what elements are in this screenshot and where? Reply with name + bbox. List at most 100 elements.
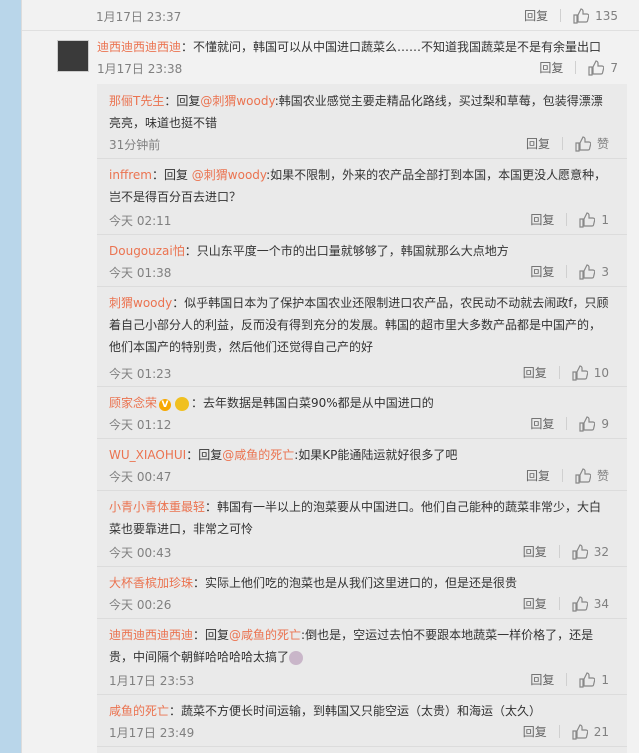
- reply-list: 那俪T先生：回复@刺猬woody:韩国农业感觉主要走精品化路线，买过梨和草莓，包…: [97, 84, 627, 753]
- comment-text-line: 迪西迪西迪西迪：不懂就问，韩国可以从中国进口蔬菜么……不知道我国蔬菜是不是有余量…: [97, 38, 617, 56]
- comment-time: 1月17日 23:38: [97, 62, 183, 76]
- reply-item: 大杯香槟加珍珠：实际上他们吃的泡菜也是从我们这里进口的，但是还是很贵 今天 00…: [97, 566, 627, 619]
- like-count: 3: [601, 264, 609, 279]
- reply-time: 今天 01:23: [109, 367, 172, 381]
- divider: [558, 545, 560, 558]
- reply-actions: 回复 赞: [526, 467, 609, 484]
- reply-button[interactable]: 回复: [526, 467, 550, 484]
- reply-author-link[interactable]: inffrem: [109, 168, 152, 182]
- reply-author-link[interactable]: 大杯香槟加珍珠: [109, 576, 193, 590]
- reply-button[interactable]: 回复: [530, 263, 554, 280]
- reply-button[interactable]: 回复: [539, 59, 563, 76]
- avatar[interactable]: [57, 40, 89, 72]
- reply-actions: 回复 34: [523, 595, 609, 612]
- comment-panel: 1月17日 23:37 回复 135 迪西迪西迪西迪：不懂就问，韩国可以从中国进…: [21, 0, 639, 753]
- reply-item: inffrem：回复 @刺猬woody:如果不限制，外来的农产品全部打到本国，本…: [97, 158, 627, 235]
- comment-actions: 回复 135: [524, 7, 618, 24]
- reply-time: 31分钟前: [109, 138, 161, 152]
- reply-text: ：实际上他们吃的泡菜也是从我们这里进口的，但是还是很贵: [193, 576, 518, 590]
- like-count: 7: [610, 60, 618, 75]
- reply-time: 今天 00:47: [109, 470, 172, 484]
- reply-item: Dougouzai怕：只山东平度一个市的出口量就够够了，韩国就那么大点地方 今天…: [97, 234, 627, 287]
- reply-prefix: ：回复: [186, 448, 223, 462]
- mention-link[interactable]: @咸鱼的死亡: [229, 628, 301, 642]
- reply-time: 今天 00:43: [109, 546, 172, 560]
- reply-text-line: WU_XIAOHUI：回复@咸鱼的死亡:如果KP能通陆运就好很多了吧: [109, 444, 609, 466]
- reply-actions: 回复 赞: [526, 135, 609, 152]
- reply-text: ：蔬菜不方便长时间运输，到韩国又只能空运（太贵）和海运（太久）: [169, 704, 542, 718]
- reply-button[interactable]: 回复: [530, 211, 554, 228]
- thumbs-up-icon[interactable]: [572, 543, 588, 560]
- divider: [558, 597, 560, 610]
- thumbs-up-icon[interactable]: [573, 7, 590, 24]
- reply-author-link[interactable]: 咸鱼的死亡: [109, 704, 169, 718]
- reply-author-link[interactable]: Dougouzai怕: [109, 244, 185, 258]
- thumbs-up-icon[interactable]: [579, 211, 596, 228]
- reply-button[interactable]: 回复: [530, 415, 554, 432]
- reply-author-link[interactable]: 迪西迪西迪西迪: [109, 628, 193, 642]
- thumbs-up-icon[interactable]: [572, 595, 588, 612]
- divider: [575, 61, 577, 74]
- thumbs-up-icon[interactable]: [572, 723, 588, 740]
- divider: [561, 137, 563, 150]
- main-comment: 迪西迪西迪西迪：不懂就问，韩国可以从中国进口蔬菜么……不知道我国蔬菜是不是有余量…: [22, 30, 639, 80]
- reply-actions: 回复 3: [530, 263, 609, 280]
- reply-author-link[interactable]: 顾家念荣: [109, 396, 157, 410]
- reply-text: ：去年数据是韩国白菜90%都是从中国进口的: [191, 396, 434, 410]
- reply-button[interactable]: 回复: [523, 595, 547, 612]
- reply-text-line: Dougouzai怕：只山东平度一个市的出口量就够够了，韩国就那么大点地方: [109, 240, 609, 262]
- reply-actions: 回复 21: [523, 723, 609, 740]
- reply-text-line: 咸鱼的死亡：蔬菜不方便长时间运输，到韩国又只能空运（太贵）和海运（太久）: [109, 700, 609, 722]
- mention-link[interactable]: @咸鱼的死亡: [222, 448, 294, 462]
- reply-button[interactable]: 回复: [523, 723, 547, 740]
- thumbs-up-icon[interactable]: [579, 263, 596, 280]
- reply-prefix: ：回复: [164, 94, 201, 108]
- like-count: 赞: [596, 137, 609, 151]
- reply-author-link[interactable]: 刺猬woody: [109, 296, 172, 310]
- reply-text-line: 顾家念荣 V ：去年数据是韩国白菜90%都是从中国进口的: [109, 392, 609, 414]
- thumbs-up-icon[interactable]: [579, 671, 596, 688]
- reply-item: WU_XIAOHUI：回复@咸鱼的死亡:如果KP能通陆运就好很多了吧 今天 00…: [97, 438, 627, 491]
- like-count: 21: [593, 724, 609, 739]
- reply-text: :如果KP能通陆运就好很多了吧: [294, 448, 458, 462]
- reply-button[interactable]: 回复: [526, 135, 550, 152]
- mention-link[interactable]: @刺猬woody: [200, 94, 274, 108]
- reply-author-link[interactable]: 小青小青体重最轻: [109, 500, 205, 514]
- reply-author-link[interactable]: WU_XIAOHUI: [109, 448, 186, 462]
- comment-time: 1月17日 23:37: [96, 10, 182, 24]
- thumbs-up-icon[interactable]: [572, 364, 588, 381]
- divider: [566, 265, 568, 278]
- reply-text-line: 那俪T先生：回复@刺猬woody:韩国农业感觉主要走精品化路线，买过梨和草莓，包…: [109, 90, 609, 134]
- like-count: 34: [593, 596, 609, 611]
- reply-item: 刺猬woody：似乎韩国日本为了保护本国农业还限制进口农产品，农民动不动就去闹政…: [97, 286, 627, 387]
- like-count: 1: [601, 672, 609, 687]
- reply-time: 1月17日 23:53: [109, 674, 195, 688]
- reply-time: 今天 00:26: [109, 598, 172, 612]
- thumbs-up-icon[interactable]: [575, 467, 591, 484]
- reply-item: 迪西迪西迪西迪：回复@咸鱼的死亡:倒也是，空运过去怕不要跟本地蔬菜一样价格了，还…: [97, 618, 627, 695]
- reply-actions: 回复 9: [530, 415, 609, 432]
- reply-button[interactable]: 回复: [530, 671, 554, 688]
- reply-text: ：只山东平度一个市的出口量就够够了，韩国就那么大点地方: [184, 244, 509, 258]
- reply-text-line: inffrem：回复 @刺猬woody:如果不限制，外来的农产品全部打到本国，本…: [109, 164, 609, 208]
- comment-actions: 回复 7: [539, 59, 618, 76]
- reply-time: 今天 01:38: [109, 266, 172, 280]
- like-count: 赞: [596, 469, 609, 483]
- divider: [566, 213, 568, 226]
- like-count: 10: [593, 365, 609, 380]
- reply-actions: 回复 1: [530, 671, 609, 688]
- emoji-icon: [289, 650, 304, 665]
- thumbs-up-icon[interactable]: [579, 415, 596, 432]
- mention-link[interactable]: @刺猬woody: [192, 168, 266, 182]
- thumbs-up-icon[interactable]: [588, 59, 605, 76]
- reply-time: 今天 01:12: [109, 418, 172, 432]
- reply-button[interactable]: 回复: [523, 364, 547, 381]
- reply-author-link[interactable]: 那俪T先生: [109, 94, 164, 108]
- reply-button[interactable]: 回复: [523, 543, 547, 560]
- reply-button[interactable]: 回复: [524, 7, 548, 24]
- comment-author-link[interactable]: 迪西迪西迪西迪: [97, 40, 181, 54]
- thumbs-up-icon[interactable]: [575, 135, 591, 152]
- like-count: 9: [601, 416, 609, 431]
- like-count: 135: [595, 8, 618, 23]
- reply-text-line: 大杯香槟加珍珠：实际上他们吃的泡菜也是从我们这里进口的，但是还是很贵: [109, 572, 609, 594]
